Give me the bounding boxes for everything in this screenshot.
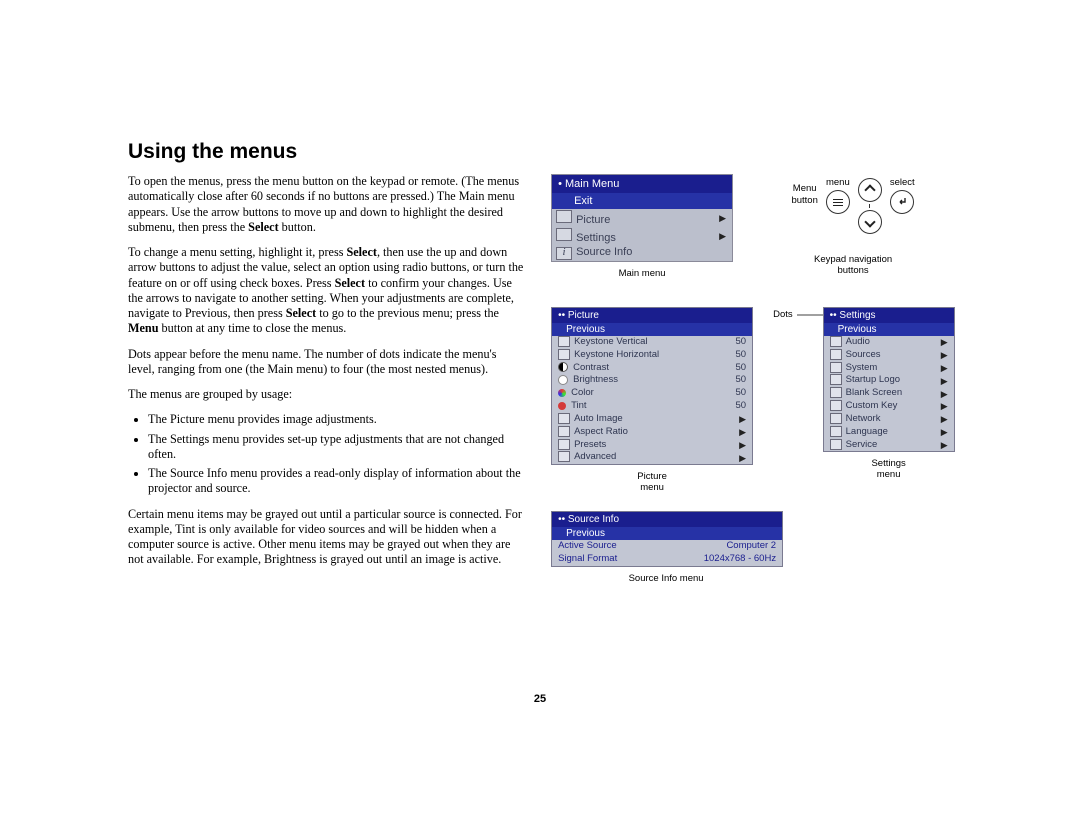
- contrast-icon: [558, 362, 568, 372]
- picture-menu-box: •• Picture Previous Keystone Vertical50 …: [551, 307, 753, 465]
- dots-pointer-line: [797, 309, 823, 327]
- keypad-caption-1: Keypad navigation: [753, 254, 953, 265]
- main-menu-selected: Exit: [552, 193, 732, 209]
- settings-menu-figure: •• Settings Previous Audio▶ Sources▶ Sys…: [823, 307, 955, 480]
- chevron-right-icon: ▶: [719, 231, 726, 242]
- custom-key-icon: [830, 400, 842, 411]
- aspect-icon: [558, 426, 570, 437]
- brightness-icon: [558, 375, 568, 385]
- language-icon: [830, 426, 842, 437]
- menu-button-label: Menu: [793, 184, 817, 194]
- service-icon: [830, 439, 842, 450]
- network-icon: [830, 413, 842, 424]
- paragraph-2: To change a menu setting, highlight it, …: [128, 245, 525, 337]
- dots-label: Dots: [773, 309, 793, 320]
- sources-icon: [830, 349, 842, 360]
- paragraph-4: The menus are grouped by usage:: [128, 387, 525, 402]
- menu-row: Service▶: [824, 439, 954, 452]
- startup-logo-icon: [830, 374, 842, 385]
- auto-image-icon: [558, 413, 570, 424]
- keypad-caption-2: buttons: [753, 265, 953, 276]
- main-menu-title: • Main Menu: [552, 175, 732, 193]
- usage-list: The Picture menu provides image adjustme…: [128, 412, 525, 496]
- blank-screen-icon: [830, 387, 842, 398]
- menu-row: Tint50: [552, 400, 752, 413]
- main-menu-figure: • Main Menu Exit Picture▶ Settings▶ iSou…: [551, 174, 733, 279]
- menu-row: Advanced▶: [552, 451, 752, 464]
- source-info-figure: •• Source Info Previous Active SourceCom…: [551, 511, 968, 584]
- settings-icon: [556, 228, 572, 241]
- picture-menu-previous: Previous: [552, 323, 752, 336]
- menu-row: Blank Screen▶: [824, 387, 954, 400]
- list-item: The Settings menu provides set-up type a…: [148, 432, 525, 463]
- list-item: The Source Info menu provides a read-onl…: [148, 466, 525, 497]
- menu-row: Brightness50: [552, 374, 752, 387]
- keypad-figure: Menu button menu sel: [753, 174, 953, 279]
- menu-row: Active SourceComputer 2: [552, 540, 782, 553]
- menu-button-sublabel: button: [791, 196, 817, 206]
- figures-column: • Main Menu Exit Picture▶ Settings▶ iSou…: [551, 174, 968, 584]
- source-info-title: •• Source Info: [552, 512, 782, 527]
- paragraph-5: Certain menu items may be grayed out unt…: [128, 507, 525, 568]
- body-text-column: To open the menus, press the menu button…: [128, 174, 525, 584]
- system-icon: [830, 362, 842, 373]
- keystone-h-icon: [558, 349, 570, 360]
- paragraph-1: To open the menus, press the menu button…: [128, 174, 525, 235]
- menu-row: Language▶: [824, 426, 954, 439]
- source-info-previous: Previous: [552, 527, 782, 540]
- up-arrow-button-icon: [858, 178, 882, 202]
- settings-menu-previous: Previous: [824, 323, 954, 336]
- menu-row: Custom Key▶: [824, 400, 954, 413]
- menu-row: System▶: [824, 362, 954, 375]
- down-arrow-button-icon: [858, 210, 882, 234]
- main-menu-item: Settings▶: [552, 227, 732, 245]
- settings-menu-box: •• Settings Previous Audio▶ Sources▶ Sys…: [823, 307, 955, 452]
- advanced-icon: [558, 451, 570, 462]
- list-item: The Picture menu provides image adjustme…: [148, 412, 525, 427]
- menu-button-icon: [826, 190, 850, 214]
- audio-icon: [830, 336, 842, 347]
- picture-caption-2: menu: [551, 482, 753, 493]
- picture-caption-1: Picture: [551, 471, 753, 482]
- menu-row: Keystone Vertical50: [552, 336, 752, 349]
- menu-row: Startup Logo▶: [824, 374, 954, 387]
- source-info-box: •• Source Info Previous Active SourceCom…: [551, 511, 783, 567]
- info-icon: i: [556, 247, 572, 260]
- paragraph-3: Dots appear before the menu name. The nu…: [128, 347, 525, 378]
- menu-row: Audio▶: [824, 336, 954, 349]
- menu-row: Color50: [552, 387, 752, 400]
- picture-icon: [556, 210, 572, 223]
- keystone-v-icon: [558, 336, 570, 347]
- menu-row: Sources▶: [824, 349, 954, 362]
- page-number: 25: [0, 693, 1080, 705]
- main-menu-box: • Main Menu Exit Picture▶ Settings▶ iSou…: [551, 174, 733, 262]
- select-key-label: select: [890, 178, 915, 188]
- menu-row: Contrast50: [552, 362, 752, 375]
- menu-key-label: menu: [826, 178, 850, 188]
- menu-row: Network▶: [824, 413, 954, 426]
- presets-icon: [558, 439, 570, 450]
- chevron-right-icon: ▶: [719, 213, 726, 224]
- settings-menu-title: •• Settings: [824, 308, 954, 323]
- tint-icon: [558, 402, 566, 410]
- menu-row: Presets▶: [552, 439, 752, 452]
- settings-caption-1: Settings: [823, 458, 955, 469]
- source-info-caption: Source Info menu: [551, 573, 781, 584]
- menu-row: Aspect Ratio▶: [552, 426, 752, 439]
- main-menu-item: iSource Info: [552, 245, 732, 261]
- menu-row: Signal Format1024x768 - 60Hz: [552, 553, 782, 566]
- page-heading: Using the menus: [128, 140, 968, 164]
- menu-row: Auto Image▶: [552, 413, 752, 426]
- main-menu-caption: Main menu: [551, 268, 733, 279]
- settings-caption-2: menu: [823, 469, 955, 480]
- picture-menu-figure: •• Picture Previous Keystone Vertical50 …: [551, 307, 753, 493]
- picture-menu-title: •• Picture: [552, 308, 752, 323]
- main-menu-item: Picture▶: [552, 209, 732, 227]
- select-button-icon: [890, 190, 914, 214]
- menu-row: Keystone Horizontal50: [552, 349, 752, 362]
- color-icon: [558, 389, 566, 397]
